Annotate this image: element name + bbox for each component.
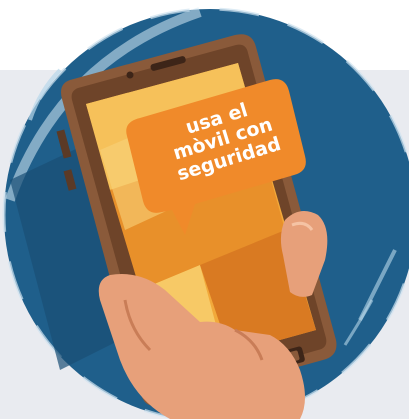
illustration: usa el mòvil con seguridad	[0, 0, 409, 419]
